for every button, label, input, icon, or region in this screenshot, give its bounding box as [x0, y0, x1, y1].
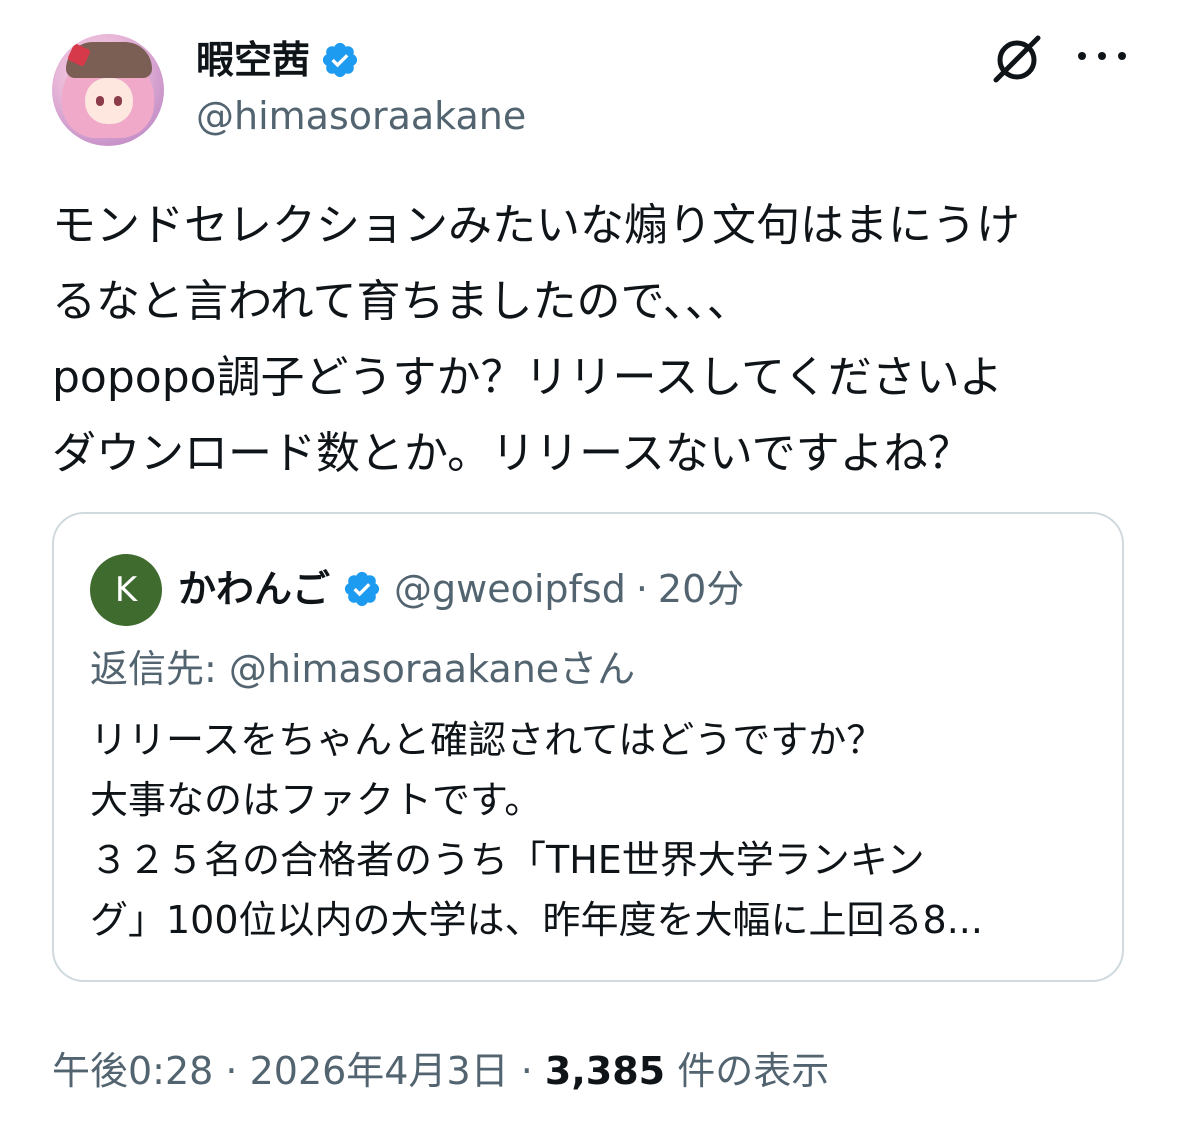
verified-badge-icon — [322, 42, 358, 78]
quoted-timestamp[interactable]: 20分 — [658, 566, 744, 612]
quoted-text: リリースをちゃんと確認されてはどうですか？ 大事なのはファクトです。 ３２５名の… — [90, 710, 1090, 950]
more-dot — [1118, 52, 1126, 60]
author-avatar[interactable] — [52, 34, 164, 146]
quoted-text-line: グ」100位以内の大学は、昨年度を大幅に上回る8... — [90, 898, 983, 942]
more-dot — [1078, 52, 1086, 60]
tweet-text-line: るなと言われて育ちましたので、、、 — [52, 276, 751, 327]
tweet-text-line: popopo調子どうすか？リリースしてくださいよ — [52, 352, 1003, 403]
avatar-face — [85, 78, 133, 124]
avatar-eye-right — [114, 96, 122, 106]
views-label: 件の表示 — [665, 1049, 830, 1093]
more-dot — [1098, 52, 1106, 60]
reply-to-line: 返信先: @himasoraakaneさん — [90, 647, 636, 691]
quoted-tweet-card[interactable]: K かわんご @gweoipfsd · 20分 返信先: @himasoraak… — [52, 512, 1124, 982]
author-handle[interactable]: @himasoraakane — [196, 94, 526, 138]
quoted-author-avatar[interactable]: K — [90, 554, 162, 626]
grok-icon[interactable] — [990, 30, 1046, 86]
avatar-eye-left — [96, 96, 104, 106]
meta-separator: · — [508, 1049, 545, 1093]
tweet-meta: 午後0:28 · 2026年4月3日 · 3,385 件の表示 — [52, 1046, 829, 1096]
meta-separator: · — [213, 1049, 250, 1093]
tweet-text: モンドセレクションみたいな煽り文句はまにうけ るなと言われて育ちましたので、、、… — [52, 188, 1132, 492]
author-name-row[interactable]: 暇空茜 — [196, 38, 360, 82]
tweet-text-line: モンドセレクションみたいな煽り文句はまにうけ — [52, 200, 1020, 251]
verified-badge-icon — [344, 571, 380, 607]
quoted-header: かわんご @gweoipfsd · 20分 — [178, 566, 744, 612]
quoted-text-line: リリースをちゃんと確認されてはどうですか？ — [90, 718, 885, 762]
post-time[interactable]: 午後0:28 — [52, 1049, 213, 1093]
quoted-avatar-letter: K — [114, 570, 138, 610]
quoted-text-line: 大事なのはファクトです。 — [90, 778, 543, 822]
post-date[interactable]: 2026年4月3日 — [250, 1049, 509, 1093]
quoted-text-line: ３２５名の合格者のうち「THE世界大学ランキン — [90, 838, 925, 882]
quoted-author-handle[interactable]: @gweoipfsd — [394, 566, 626, 612]
more-options-icon[interactable] — [1078, 36, 1126, 76]
tweet-text-line: ダウンロード数とか。リリースないですよね？ — [52, 428, 972, 479]
separator-dot: · — [635, 567, 648, 611]
views-count[interactable]: 3,385 — [545, 1049, 665, 1093]
author-display-name[interactable]: 暇空茜 — [196, 38, 310, 82]
quoted-author-name[interactable]: かわんご — [178, 566, 330, 612]
